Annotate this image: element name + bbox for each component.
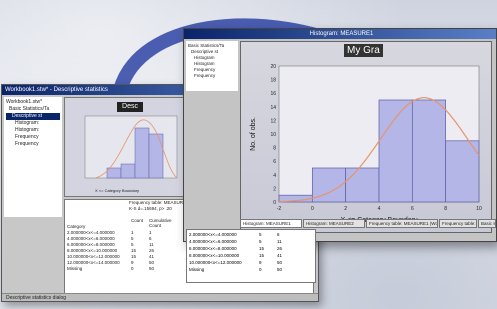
front-tree[interactable]: Basic Statistics/Ta Descriptive st Histo… (186, 41, 238, 91)
y-tick-label: 20 (270, 64, 276, 70)
table-row: 8.000000<x<=10.000000 15 41 (189, 253, 283, 258)
table-row: Missing 0 50 (67, 266, 155, 271)
tab-basic-stats[interactable]: Basic st (478, 219, 496, 228)
table-row: 10.000000<x<=12.000000 9 50 (189, 260, 283, 265)
tree-item[interactable]: Histogram: (6, 120, 60, 127)
histogram-bar (378, 99, 413, 203)
window-title: Histogram: MEASURE1 (184, 29, 496, 39)
y-tick-label: 2 (273, 186, 276, 192)
tree-item[interactable]: Basic Statistics/Ta (6, 106, 60, 113)
y-tick-label: 18 (270, 78, 276, 84)
y-tick-label: 0 (273, 200, 276, 206)
x-tick-label: 0 (311, 206, 314, 212)
sheet-subheader: K-S d=.15694, p> .20 (129, 206, 172, 211)
y-tick-label: 14 (270, 105, 276, 111)
tab-histogram-measure1[interactable]: Histogram: MEASURE1 (240, 219, 302, 228)
tree-item[interactable]: Histogram: (6, 127, 60, 134)
tab-frequency-table-2[interactable]: Frequency table: Ma (439, 219, 477, 228)
histogram-graph[interactable]: My Gra -2024681002468101214161820X <= Ca… (240, 41, 492, 233)
table-row: 6.000000<x<=8.000000 15 26 (189, 246, 283, 251)
small-histogram-plot: X <= Category Boundary (84, 115, 178, 193)
histogram-bar (411, 99, 447, 203)
x-tick-label: 8 (444, 206, 447, 212)
table-row: Missing 0 50 (189, 267, 283, 272)
tree-item[interactable]: Frequency (6, 141, 60, 148)
y-tick-label: 12 (270, 118, 276, 124)
tree-item[interactable]: Frequency (188, 73, 236, 79)
histogram-bar (445, 140, 480, 203)
x-tick-label: 6 (411, 206, 414, 212)
front-frequency-spreadsheet[interactable]: 2.000000<x<=4.000000 5 6 4.000000<x<=6.000… (186, 229, 316, 283)
x-tick-label: 2 (344, 206, 347, 212)
workbook-tree[interactable]: Workbook1.stw* Basic Statistics/Ta Descr… (4, 97, 62, 217)
y-tick-label: 10 (270, 132, 276, 138)
histogram-window-front[interactable]: Histogram: MEASURE1 Basic Statistics/Ta … (183, 28, 497, 242)
tree-item-selected[interactable]: Descriptive st (6, 113, 60, 120)
y-tick-label: 8 (273, 146, 276, 152)
y-tick-label: 6 (273, 159, 276, 165)
y-tick-label: 16 (270, 91, 276, 97)
graph-title[interactable]: My Gra (344, 44, 383, 57)
small-histogram: Desc X <= Category Boundary (64, 97, 184, 197)
status-tab[interactable]: Descriptive statistics dialog (2, 293, 318, 301)
y-axis-label: No. of obs. (250, 117, 257, 151)
table-row: 2.000000<x<=4.000000 5 6 (189, 232, 280, 237)
tab-histogram-measure2[interactable]: Histogram: MEASURE2 (303, 219, 365, 228)
sheet-header: Frequency table: MEASURE1 (129, 200, 189, 205)
small-xlabel: X <= Category Boundary (95, 188, 139, 193)
histogram-bar (345, 167, 380, 203)
tab-frequency-table-1[interactable]: Frequency table: MEASURE1 (Workbook) (366, 219, 438, 228)
histogram-plot: -2024681002468101214161820X <= Category … (250, 64, 482, 224)
x-tick-label: 4 (378, 206, 381, 212)
y-tick-label: 4 (273, 173, 276, 179)
x-tick-label: 10 (476, 206, 482, 212)
x-tick-label: -2 (277, 206, 282, 212)
table-row: 4.000000<x<=6.000000 5 11 (189, 239, 282, 244)
small-graph-title: Desc (117, 102, 143, 112)
tree-item[interactable]: Workbook1.stw* (6, 99, 60, 106)
window-tabs: Histogram: MEASURE1 Histogram: MEASURE2 … (0, 219, 497, 229)
tree-item[interactable]: Frequency (6, 134, 60, 141)
